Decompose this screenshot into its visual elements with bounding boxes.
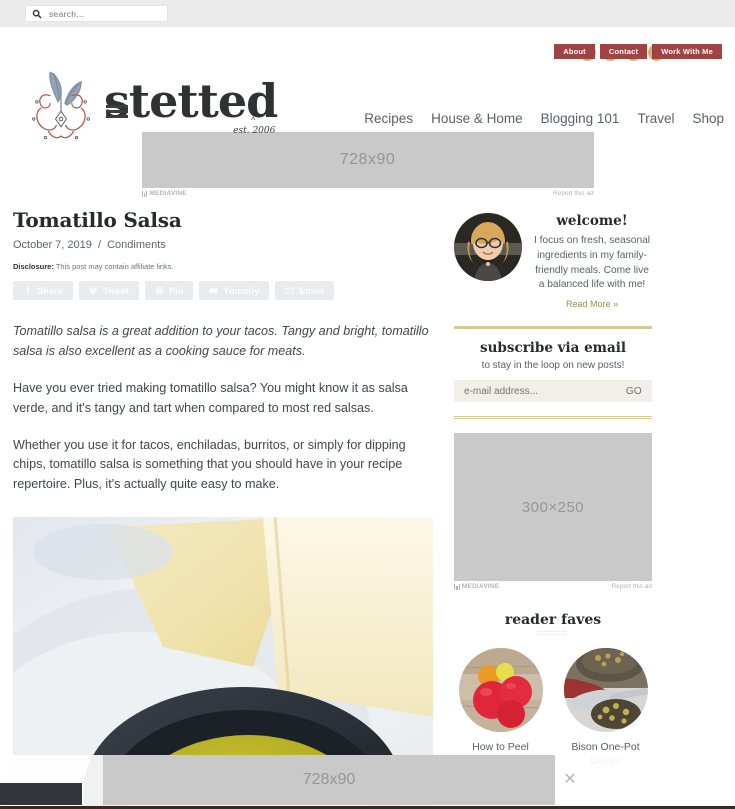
sticky-ad-placeholder[interactable]: 728x90 <box>103 755 555 805</box>
contact-button[interactable]: Contact <box>599 44 648 59</box>
share-email-button[interactable]: Email <box>275 281 335 300</box>
mediavine-bars-icon <box>141 190 148 197</box>
post-lede: Tomatillo salsa is a great addition to y… <box>13 324 429 358</box>
wreath-logo-icon <box>32 71 90 140</box>
share-twitter-button[interactable]: Tweet <box>79 281 139 300</box>
meta-separator: / <box>97 239 102 251</box>
welcome-body: I focus on fresh, seasonal ingredients i… <box>533 235 651 291</box>
reader-faves-title: reader faves <box>504 612 602 629</box>
page-body: Tomatillo Salsa October 7, 2019 / Condim… <box>0 197 735 808</box>
welcome-text: welcome! I focus on fresh, seasonal ingr… <box>532 213 652 309</box>
post-paragraph-1: Have you ever tried making tomatillo sal… <box>13 380 408 415</box>
disclosure-label: Disclosure: <box>13 262 54 271</box>
welcome-widget: welcome! I focus on fresh, seasonal ingr… <box>454 208 652 309</box>
menu-bars-decoration <box>106 105 128 120</box>
post-date: October 7, 2019 <box>13 239 92 251</box>
mediavine-bars-icon <box>454 583 460 590</box>
mediavine-label: MEDIAVINE <box>149 190 187 197</box>
pinterest-icon <box>155 286 164 295</box>
established-year: est. 2006 <box>233 126 276 137</box>
nav-item-travel[interactable]: Travel <box>637 111 674 126</box>
share-facebook-label: Share <box>37 285 64 296</box>
share-yummly-label: Yummly <box>223 285 260 296</box>
nav-item-recipes[interactable]: Recipes <box>364 111 413 126</box>
header-buttons: About Contact Work With Me <box>554 44 722 59</box>
share-email-label: Email <box>299 285 325 296</box>
email-icon <box>285 287 294 294</box>
post-category-link[interactable]: Condiments <box>107 239 166 251</box>
post-paragraph-2: Whether you use it for tacos, enchiladas… <box>13 437 406 492</box>
sidebar-ad[interactable]: 300×250 MEDIAVINE Report this ad <box>454 433 652 590</box>
browser-download-bar[interactable] <box>0 783 82 805</box>
subscribe-widget: subscribe via email to stay in the loop … <box>454 329 652 403</box>
reader-faves-grid: How to Peel Bison One-Pot <box>454 648 652 768</box>
author-portrait <box>454 213 522 281</box>
welcome-title: welcome! <box>556 213 628 229</box>
wordmark: stetted ^ est. 2006 <box>104 78 278 136</box>
fave-thumbnail-2 <box>563 648 648 733</box>
leaderboard-ad-footer: MEDIAVINE Report this ad <box>141 188 594 197</box>
share-yummly-button[interactable]: Yummly <box>199 281 270 300</box>
top-search-bar <box>0 0 735 27</box>
mediavine-logo: MEDIAVINE <box>141 190 187 197</box>
search-input[interactable] <box>49 8 161 19</box>
twitter-icon <box>89 287 98 294</box>
work-with-me-button[interactable]: Work With Me <box>652 44 722 59</box>
facebook-icon <box>26 286 30 294</box>
subscribe-form[interactable]: GO <box>454 380 652 403</box>
report-this-ad-link[interactable]: Report this ad <box>553 190 593 197</box>
yummly-icon <box>209 288 219 293</box>
search-icon <box>32 9 42 19</box>
reader-faves-widget: reader faves :::::::::: How to Peel Biso… <box>454 612 652 768</box>
close-icon[interactable]: ✕ <box>560 769 580 789</box>
sidebar: welcome! I focus on fresh, seasonal ingr… <box>454 208 652 807</box>
search-box[interactable] <box>25 5 168 22</box>
nav-item-house-and-home[interactable]: House & Home <box>431 111 523 126</box>
sticky-bottom-ad: 728x90 ✕ <box>0 755 735 809</box>
main-navigation: Recipes House & Home Blogging 101 Travel… <box>364 111 724 126</box>
share-pinterest-button[interactable]: Pin <box>144 281 194 300</box>
avatar <box>454 213 522 281</box>
subscribe-subtitle: to stay in the loop on new posts! <box>481 360 625 372</box>
nav-item-blogging-101[interactable]: Blogging 101 <box>541 111 620 126</box>
caret-decoration: ^ <box>251 115 256 126</box>
decorative-dots: :::::::::: <box>538 630 568 638</box>
share-pinterest-label: Pin <box>168 285 184 296</box>
share-buttons: Share Tweet Pin Yummly Email <box>13 281 438 300</box>
post-meta: October 7, 2019 / Condiments <box>13 239 438 251</box>
read-more-link[interactable]: Read More » <box>532 299 652 309</box>
sidebar-ad-footer: MEDIAVINE Report this ad <box>454 581 652 590</box>
site-logo[interactable]: stetted ^ est. 2006 <box>22 63 278 147</box>
report-this-ad-link[interactable]: Report this ad <box>612 583 652 590</box>
page-title: Tomatillo Salsa <box>13 208 182 232</box>
about-button[interactable]: About <box>554 44 595 59</box>
subscribe-title: subscribe via email <box>480 340 626 357</box>
article-column: Tomatillo Salsa October 7, 2019 / Condim… <box>13 208 438 808</box>
site-header: About Contact Work With Me stetted ^ est… <box>0 27 735 140</box>
share-facebook-button[interactable]: Share <box>13 281 74 300</box>
divider-bottom <box>454 416 652 420</box>
bison-dinner-photo <box>563 648 648 733</box>
fave-label-1: How to Peel <box>472 741 529 754</box>
nav-item-shop[interactable]: Shop <box>692 111 724 126</box>
affiliate-disclosure: Disclosure: This post may contain affili… <box>13 262 438 271</box>
fave-item-2[interactable]: Bison One-Pot Dinner <box>559 648 652 768</box>
subscribe-go-button[interactable]: GO <box>626 386 642 397</box>
sidebar-ad-placeholder[interactable]: 300×250 <box>454 433 652 582</box>
disclosure-text: This post may contain affiliate links. <box>55 262 174 271</box>
share-twitter-label: Tweet <box>103 285 129 296</box>
email-field[interactable] <box>464 385 626 397</box>
fave-item-1[interactable]: How to Peel <box>454 648 547 768</box>
fave-thumbnail-1 <box>458 648 543 733</box>
mediavine-label: MEDIAVINE <box>461 583 500 591</box>
tomatoes-photo <box>458 648 543 733</box>
mediavine-logo: MEDIAVINE <box>454 583 499 590</box>
